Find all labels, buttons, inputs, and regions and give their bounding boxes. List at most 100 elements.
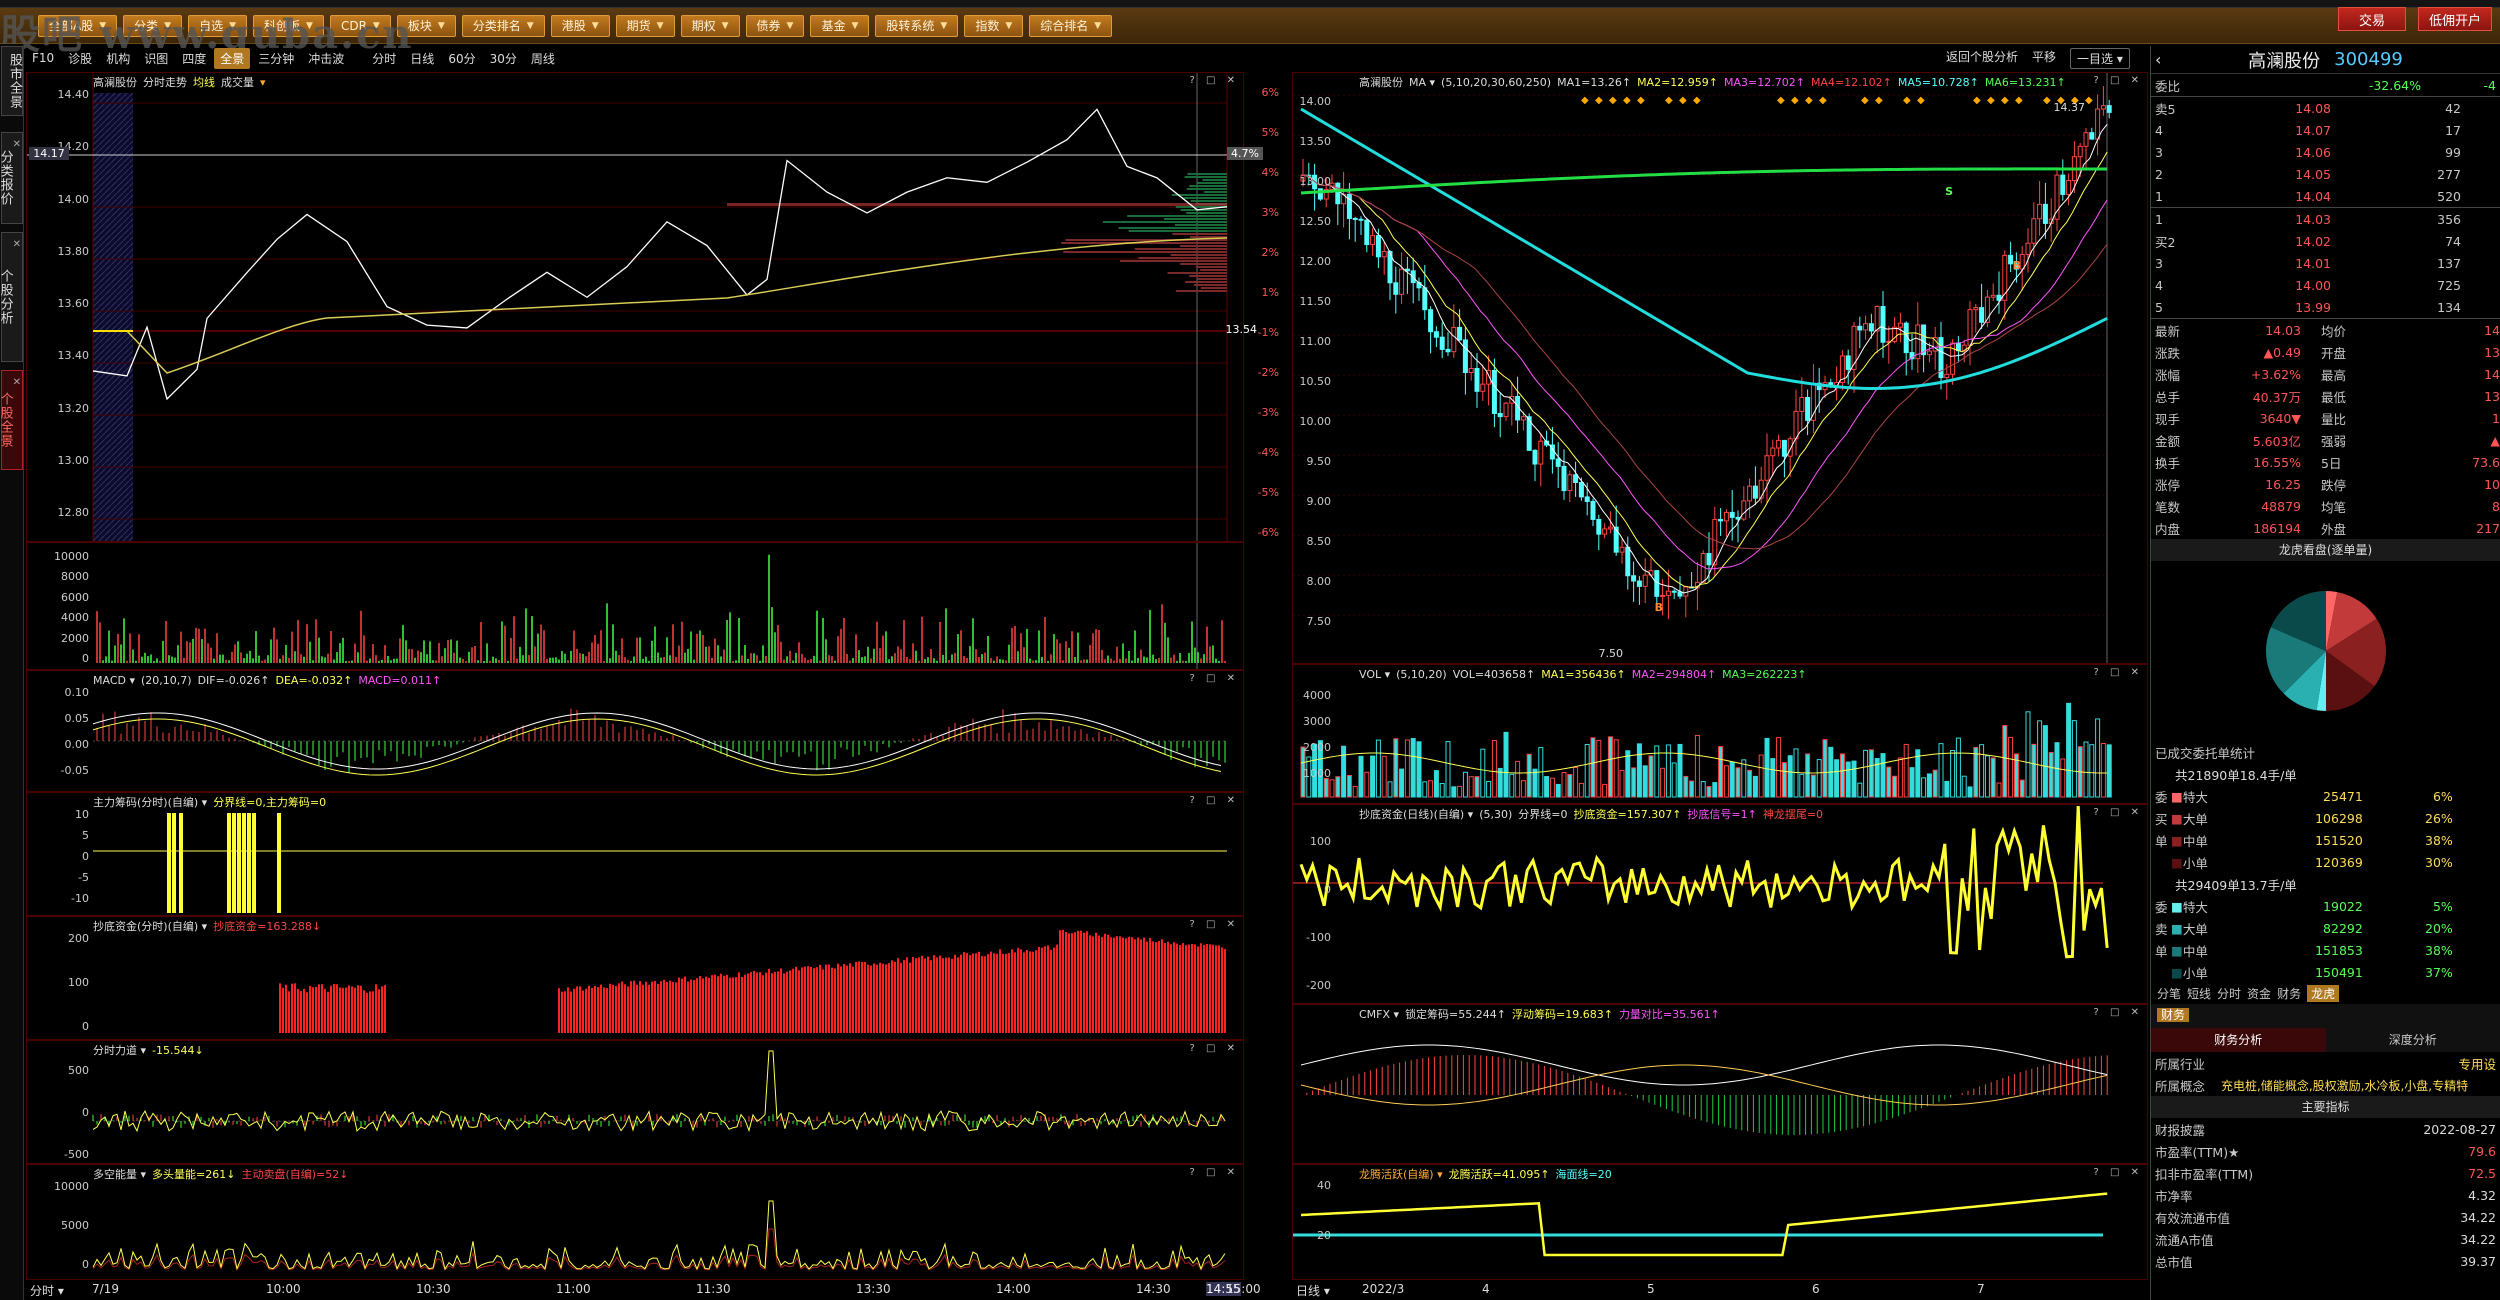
daily-bfund-label: -100 bbox=[1306, 931, 1331, 944]
header-field-4: MACD=0.011↑ bbox=[358, 673, 442, 687]
buy-signal-mark: B bbox=[1654, 601, 1663, 614]
tab-1[interactable]: 诊股 bbox=[62, 48, 98, 69]
sell-level-row: 3 14.06 99 bbox=[2151, 141, 2500, 163]
tab-3[interactable]: 识图 bbox=[138, 48, 174, 69]
toolbar-btn-14[interactable]: 综合排名 ▼ bbox=[1029, 14, 1113, 37]
chips-axis-label: 0 bbox=[82, 850, 89, 863]
panel-controls[interactable]: ? □ ✕ bbox=[1190, 1043, 1240, 1054]
trade-button[interactable]: 交易 bbox=[2338, 7, 2407, 31]
header-field-3: 成交量 bbox=[221, 76, 254, 89]
tab-right-1[interactable]: 平移 bbox=[2032, 48, 2056, 69]
intraday-volume-bars bbox=[96, 543, 1226, 669]
cell: 笔数 bbox=[2155, 499, 2181, 515]
volume-axis-label: 8000 bbox=[61, 570, 89, 584]
cell: 5% bbox=[2432, 898, 2453, 914]
tab-right-2[interactable]: 一目选 ▾ bbox=[2070, 48, 2130, 69]
tab-right-0[interactable]: 返回个股分析 bbox=[1946, 48, 2018, 69]
finance-tab[interactable]: 财务 bbox=[2157, 1008, 2190, 1022]
toolbar-btn-7[interactable]: 港股 ▼ bbox=[550, 14, 610, 37]
bottom-tab-0[interactable]: 分笔 bbox=[2157, 985, 2181, 1002]
panel-controls[interactable]: ? □ ✕ bbox=[2094, 1007, 2144, 1018]
tab-11[interactable]: 30分 bbox=[484, 48, 523, 69]
tab-6[interactable]: 三分钟 bbox=[252, 48, 300, 69]
deep-analysis-tab[interactable]: 深度分析 bbox=[2325, 1028, 2500, 1052]
panel-controls[interactable]: ? □ ✕ bbox=[1190, 673, 1240, 684]
bottom-tab-4[interactable]: 财务 bbox=[2277, 985, 2301, 1002]
toolbar-btn-10[interactable]: 债券 ▼ bbox=[745, 14, 805, 37]
force-axis-label: -500 bbox=[64, 1148, 89, 1161]
daily-x-menu[interactable]: 日线 ▾ bbox=[1296, 1282, 1330, 1299]
tab-12[interactable]: 周线 bbox=[525, 48, 561, 69]
cell: 3640▼ bbox=[2259, 410, 2301, 426]
dragon-active-panel[interactable]: 龙腾活跃(自编) ▾ 龙腾活跃=41.095↑ 海面线=20 ? □ ✕ 40 20 bbox=[1292, 1164, 2148, 1280]
close-icon[interactable]: ✕ bbox=[13, 237, 22, 252]
intraday-chart-panel[interactable]: 高澜股份 分时走势 均线 成交量 ▾? □ ✕ 14.40 14.20 14.00 13.80 1… bbox=[26, 72, 1279, 542]
panel-controls[interactable]: ? □ ✕ bbox=[2094, 75, 2144, 86]
cell: -4 bbox=[2483, 77, 2496, 93]
main-chips-panel[interactable]: 主力筹码(分时)(自编) ▾ 分界线=0,主力筹码=0 ? □ ✕ 10 5 0 -5 -10 bbox=[26, 792, 1244, 916]
panel-controls[interactable]: ? □ ✕ bbox=[2094, 667, 2144, 678]
longshort-panel[interactable]: 多空能量 ▾ 多头量能=261↓ 主动卖盘(自编)=52↓ ? □ ✕ 10000 500… bbox=[26, 1164, 1244, 1280]
intraday-x-menu[interactable]: 分时 ▾ bbox=[30, 1282, 64, 1299]
chevron-left-icon[interactable]: ‹ bbox=[2155, 50, 2161, 69]
header-field-4: MA2=294804↑ bbox=[1631, 667, 1717, 681]
tab-8[interactable]: 分时 bbox=[366, 48, 402, 69]
daily-volume-panel[interactable]: VOL ▾ (5,10,20) VOL=403658↑ MA1=356436↑ MA2=… bbox=[1292, 664, 2148, 804]
bottom-tab-1[interactable]: 短线 bbox=[2187, 985, 2211, 1002]
tab-9[interactable]: 日线 bbox=[404, 48, 440, 69]
panel-controls[interactable]: ? □ ✕ bbox=[1190, 1167, 1240, 1178]
tab-5[interactable]: 全景 bbox=[214, 47, 251, 69]
cell: ■ bbox=[2171, 942, 2183, 958]
toolbar-btn-9[interactable]: 期权 ▼ bbox=[680, 14, 740, 37]
industry-row: 所属行业 专用设 bbox=[2151, 1052, 2500, 1074]
intraday-volume-panel[interactable]: 10000 8000 6000 4000 2000 0 bbox=[26, 542, 1244, 670]
panel-controls[interactable]: ? □ ✕ bbox=[2094, 807, 2144, 818]
cell: 财报披露 bbox=[2155, 1122, 2206, 1138]
panel-controls[interactable]: ? □ ✕ bbox=[1190, 919, 1240, 930]
tab-0[interactable]: F10 bbox=[26, 49, 60, 67]
panel-controls[interactable]: ? □ ✕ bbox=[1190, 795, 1240, 806]
bottom-fund-panel[interactable]: 抄底资金(分时)(自编) ▾ 抄底资金=163.288↓ ? □ ✕ 200 100 0 bbox=[26, 916, 1244, 1040]
toolbar-btn-11[interactable]: 基金 ▼ bbox=[810, 14, 870, 37]
toolbar-btn-12[interactable]: 股转系统 ▼ bbox=[875, 14, 959, 37]
bottom-tab-2[interactable]: 分时 bbox=[2217, 985, 2241, 1002]
tab-2[interactable]: 机构 bbox=[100, 48, 136, 69]
cell: 10 bbox=[2484, 476, 2500, 492]
panel-controls[interactable]: ? □ ✕ bbox=[2094, 1167, 2144, 1178]
close-icon[interactable]: ✕ bbox=[13, 137, 22, 152]
toolbar-btn-6[interactable]: 分类排名 ▼ bbox=[461, 14, 545, 37]
cell: 涨停 bbox=[2155, 477, 2181, 493]
cmfx-panel[interactable]: CMFX ▾ 锁定筹码=55.244↑ 浮动筹码=19.683↑ 力量对比=35.56… bbox=[1292, 1004, 2148, 1164]
time-tick-label: 11:30 bbox=[696, 1282, 731, 1296]
cell: 37% bbox=[2425, 964, 2453, 980]
open-account-button[interactable]: 低佣开户 bbox=[2418, 7, 2493, 31]
daily-price-label: 9.50 bbox=[1306, 455, 1332, 468]
tab-10[interactable]: 60分 bbox=[442, 48, 481, 69]
finance-analysis-tab[interactable]: 财务分析 bbox=[2151, 1028, 2326, 1052]
bottom-tab-3[interactable]: 资金 bbox=[2247, 985, 2271, 1002]
stat-row: 最新 14.03 均价 14 bbox=[2151, 319, 2500, 341]
base-price-label: 13.54 bbox=[1225, 323, 1258, 336]
sidebar-tab-category[interactable]: ✕ 分类报价 bbox=[0, 132, 23, 224]
sidebar-tab-stock-overview[interactable]: ✕ 个股全景 bbox=[0, 370, 23, 470]
tab-4[interactable]: 四度 bbox=[176, 48, 212, 69]
macd-panel[interactable]: MACD ▾ (20,10,7) DIF=-0.026↑ DEA=-0.032↑ MAC… bbox=[26, 670, 1244, 792]
bottom-tab-5[interactable]: 龙虎 bbox=[2307, 985, 2340, 1002]
toolbar-btn-8[interactable]: 期货 ▼ bbox=[615, 14, 675, 37]
cell: 17 bbox=[2445, 122, 2461, 138]
daily-bottom-fund-panel[interactable]: 抄底资金(日线)(自编) ▾ (5,30) 分界线=0 抄底资金=157.307↑ 抄底… bbox=[1292, 804, 2148, 1004]
sidebar-tab-stock-analysis[interactable]: ✕ 个股分析 bbox=[0, 232, 23, 362]
daily-price-label: 11.50 bbox=[1299, 295, 1332, 308]
daily-kline-panel[interactable]: ◆ ◆ ◆ ◆ ◆ ◆ ◆ ◆ ◆ ◆ ◆ ◆ ◆ ◆ ◆ ◆ ◆ ◆ ◆ ◆ ◆ ◆ ◆ ◆ 高澜股份 MA ▾ (5,10,20… bbox=[1292, 72, 2148, 664]
header-field-0: 抄底资金(分时)(自编) ▾ bbox=[93, 920, 208, 933]
metric-row: 总市值 39.37 bbox=[2151, 1250, 2500, 1272]
panel-controls[interactable]: ? □ ✕ bbox=[1190, 75, 1240, 86]
pct-axis-label: 6% bbox=[1261, 86, 1279, 99]
tab-7[interactable]: 冲击波 bbox=[302, 48, 350, 69]
cell: 2 bbox=[2155, 166, 2163, 182]
toolbar-btn-13[interactable]: 指数 ▼ bbox=[964, 14, 1024, 37]
sidebar-tab-market[interactable]: 股市全景 bbox=[1, 46, 23, 116]
dragon-axis-label: 20 bbox=[1317, 1229, 1331, 1242]
force-panel[interactable]: 分时力道 ▾ -15.544↓ ? □ ✕ 500 0 -500 bbox=[26, 1040, 1244, 1164]
close-icon[interactable]: ✕ bbox=[13, 375, 22, 390]
